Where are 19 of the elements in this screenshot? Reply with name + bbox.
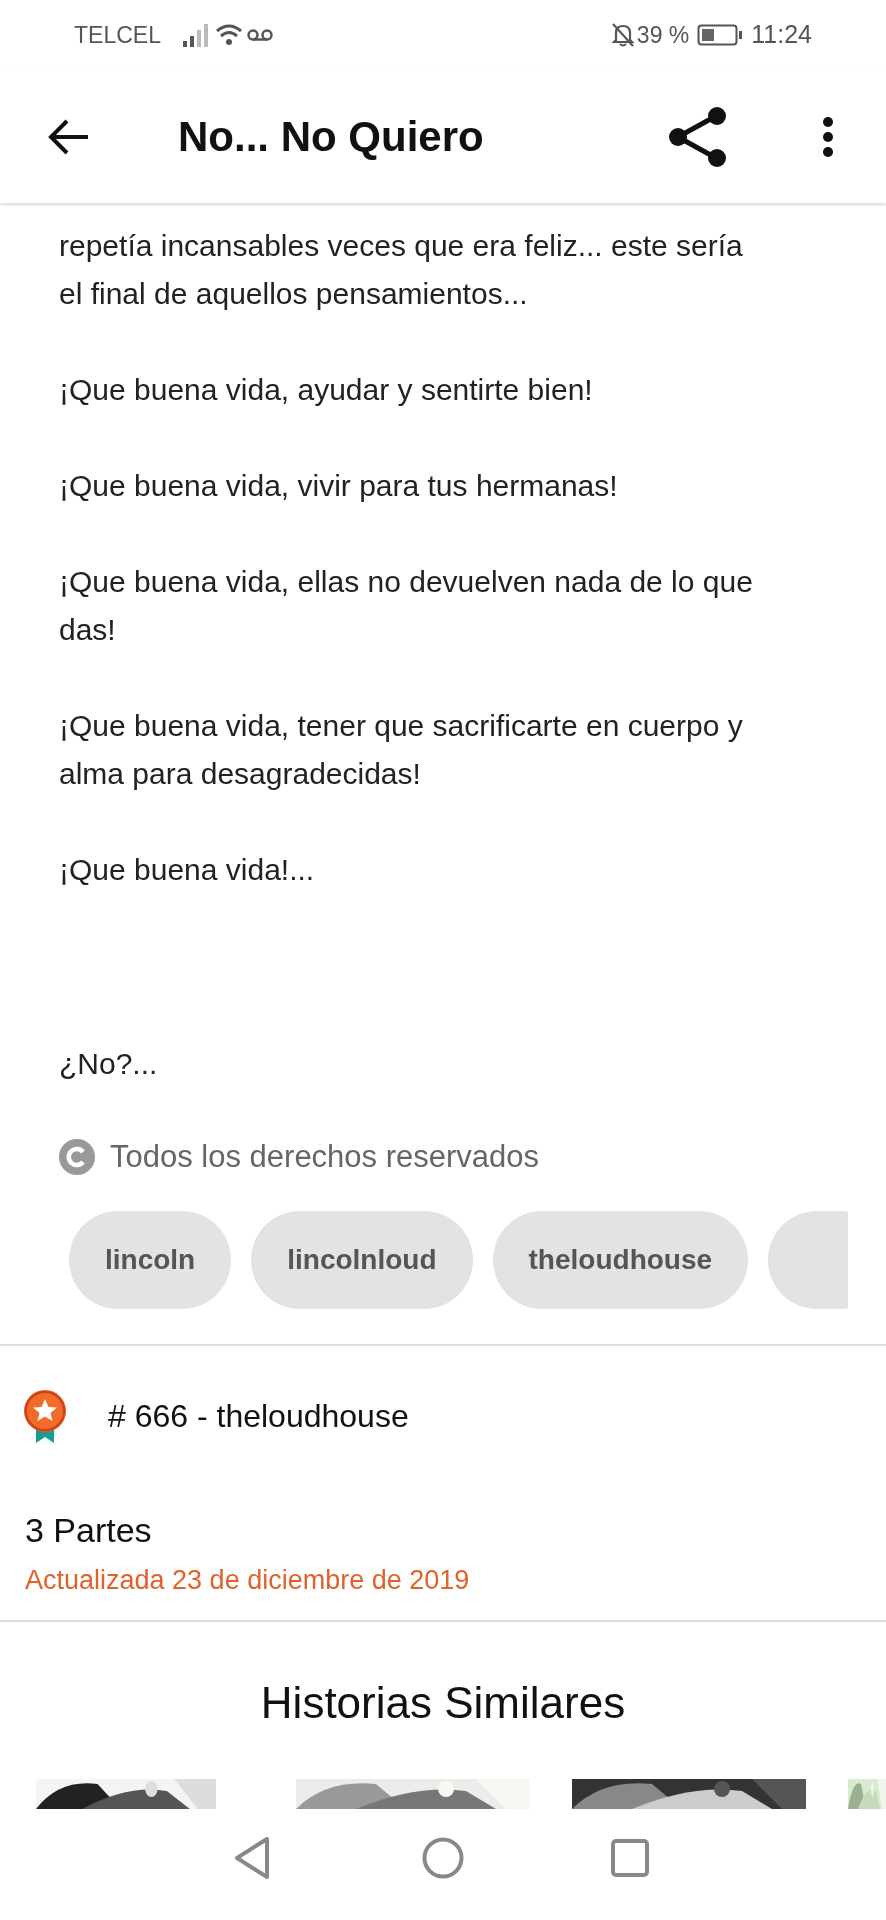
story-paragraph: ¡Que buena vida, ayudar y sentirte bien! [59, 372, 593, 408]
clock-time: 11:24 [751, 19, 812, 51]
section-heading: Historias Similares [260, 1677, 626, 1729]
carrier-name: TELCEL [74, 20, 161, 50]
story-paragraph: ¿No?... [58, 1046, 158, 1082]
battery-percent: 39 % [636, 20, 690, 50]
tag-chip[interactable]: lincolnloud [251, 1210, 473, 1309]
tag-chip[interactable]: theloudhouse [492, 1210, 749, 1309]
story-title: No... No Quiero [178, 112, 484, 162]
tag-chip[interactable]: lincoln [69, 1210, 232, 1309]
story-paragraph: ¡Que buena vida, tener que sacrificarte en cuerpo y alma para desagradecidas! [59, 708, 743, 792]
story-paragraph: ¡Que buena vida, vivir para tus hermanas! [59, 468, 618, 504]
story-paragraph: repetía incansables veces que era feliz... este sería el final de aquellos pensamientos... [59, 228, 743, 312]
ranking-text: # 666 - theloudhouse [108, 1396, 409, 1436]
parts-count: 3 Partes [25, 1509, 152, 1551]
story-paragraph: ¡Que buena vida, ellas no devuelven nada de lo que das! [59, 564, 753, 648]
story-paragraph: ¡Que buena vida!... [59, 852, 315, 888]
copyright-text: Todos los derechos reservados [110, 1138, 540, 1176]
updated-date: Actualizada 23 de diciembre de 2019 [25, 1563, 470, 1597]
